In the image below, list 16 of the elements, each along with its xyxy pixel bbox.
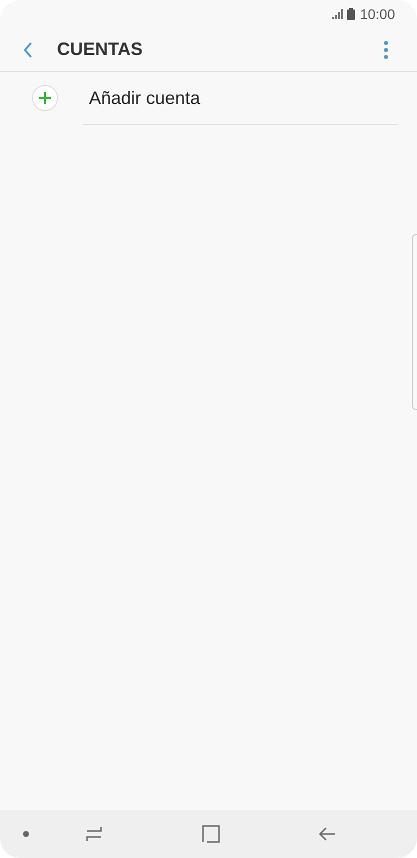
home-button[interactable]	[201, 824, 221, 844]
recents-icon	[86, 826, 102, 842]
add-icon	[32, 85, 58, 111]
recents-button[interactable]	[84, 824, 104, 844]
back-arrow-icon	[318, 826, 336, 842]
more-options-button[interactable]	[383, 40, 389, 60]
back-icon	[23, 40, 33, 58]
status-time: 10:00	[360, 4, 395, 24]
scroll-handle[interactable]	[412, 234, 417, 410]
page-title: CUENTAS	[57, 38, 143, 61]
signal-icon	[332, 9, 344, 19]
battery-icon	[346, 8, 355, 20]
add-account-item[interactable]: Añadir cuenta	[0, 72, 417, 124]
more-options-icon	[384, 40, 388, 58]
home-icon	[202, 825, 220, 843]
item-label: Añadir cuenta	[89, 86, 200, 110]
